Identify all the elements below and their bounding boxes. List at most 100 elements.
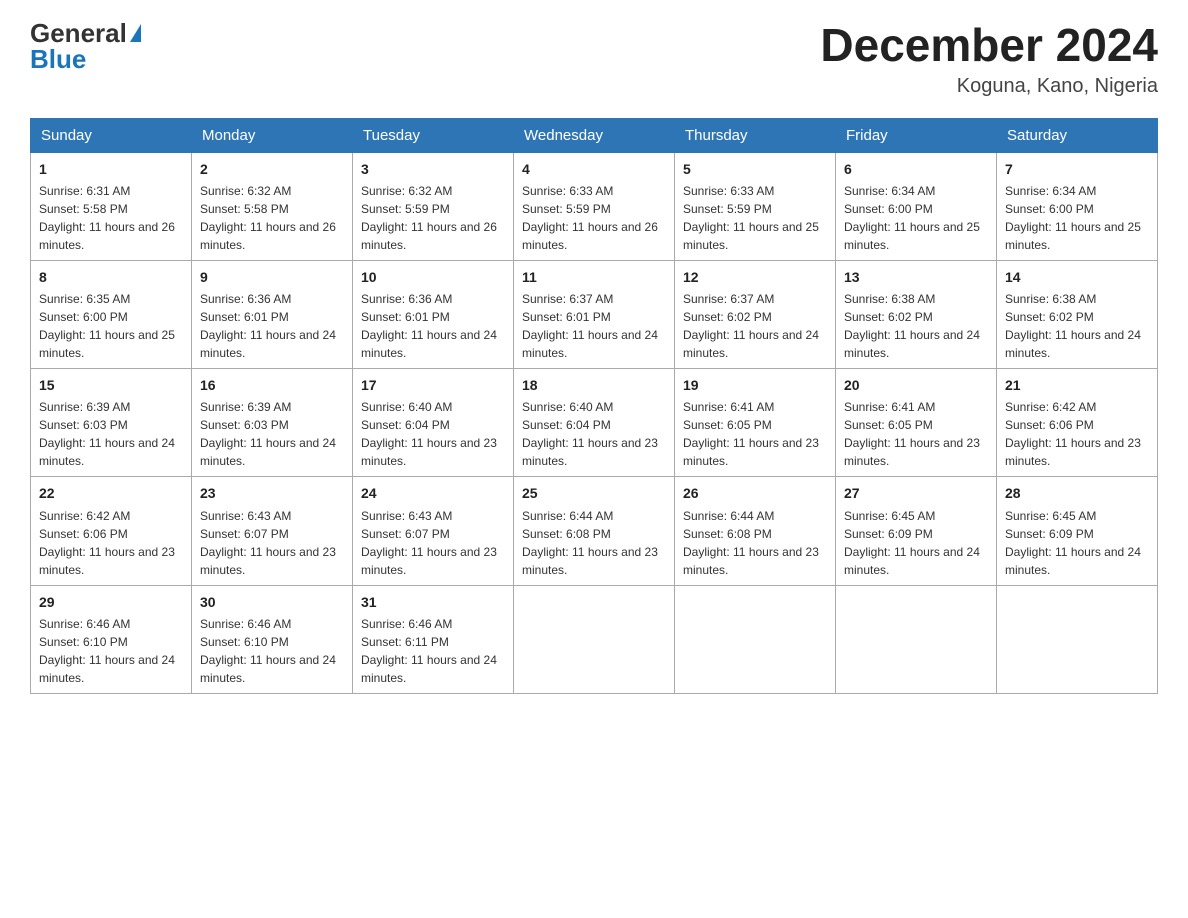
day-number: 19 xyxy=(683,375,827,395)
table-row: 9 Sunrise: 6:36 AMSunset: 6:01 PMDaylight… xyxy=(192,260,353,368)
day-number: 30 xyxy=(200,592,344,612)
day-sun-info: Sunrise: 6:40 AMSunset: 6:04 PMDaylight:… xyxy=(361,398,505,470)
col-thursday: Thursday xyxy=(675,118,836,152)
day-number: 27 xyxy=(844,483,988,503)
calendar-week-row: 15 Sunrise: 6:39 AMSunset: 6:03 PMDayligh… xyxy=(31,369,1158,477)
table-row: 23 Sunrise: 6:43 AMSunset: 6:07 PMDayligh… xyxy=(192,477,353,585)
table-row: 24Sunrise: 6:43 AMSunset: 6:07 PMDayligh… xyxy=(353,477,514,585)
table-row: 26Sunrise: 6:44 AMSunset: 6:08 PMDayligh… xyxy=(675,477,836,585)
table-row: 3 Sunrise: 6:32 AMSunset: 5:59 PMDaylight… xyxy=(353,152,514,260)
title-block: December 2024 Koguna, Kano, Nigeria xyxy=(820,20,1158,98)
day-number: 1 xyxy=(39,159,183,179)
table-row: 1 Sunrise: 6:31 AMSunset: 5:58 PMDaylight… xyxy=(31,152,192,260)
day-number: 4 xyxy=(522,159,666,179)
col-friday: Friday xyxy=(836,118,997,152)
logo-triangle-icon xyxy=(130,24,141,42)
day-number: 17 xyxy=(361,375,505,395)
table-row: 11Sunrise: 6:37 AMSunset: 6:01 PMDayligh… xyxy=(514,260,675,368)
table-row: 22Sunrise: 6:42 AMSunset: 6:06 PMDayligh… xyxy=(31,477,192,585)
day-sun-info: Sunrise: 6:42 AMSunset: 6:06 PMDaylight:… xyxy=(1005,398,1149,470)
logo: General Blue xyxy=(30,20,141,72)
calendar-week-row: 29 Sunrise: 6:46 AMSunset: 6:10 PMDayligh… xyxy=(31,585,1158,693)
col-wednesday: Wednesday xyxy=(514,118,675,152)
day-number: 15 xyxy=(39,375,183,395)
day-sun-info: Sunrise: 6:32 AMSunset: 5:58 PMDaylight:… xyxy=(200,182,344,254)
day-number: 6 xyxy=(844,159,988,179)
day-number: 2 xyxy=(200,159,344,179)
calendar-table: Sunday Monday Tuesday Wednesday Thursday… xyxy=(30,118,1158,694)
table-row xyxy=(514,585,675,693)
col-sunday: Sunday xyxy=(31,118,192,152)
table-row: 6Sunrise: 6:34 AMSunset: 6:00 PMDaylight… xyxy=(836,152,997,260)
col-monday: Monday xyxy=(192,118,353,152)
day-number: 16 xyxy=(200,375,344,395)
day-sun-info: Sunrise: 6:44 AMSunset: 6:08 PMDaylight:… xyxy=(522,507,666,579)
table-row: 15 Sunrise: 6:39 AMSunset: 6:03 PMDayligh… xyxy=(31,369,192,477)
day-sun-info: Sunrise: 6:46 AMSunset: 6:10 PMDaylight:… xyxy=(39,615,183,687)
col-saturday: Saturday xyxy=(997,118,1158,152)
month-year-title: December 2024 xyxy=(820,20,1158,71)
day-sun-info: Sunrise: 6:45 AMSunset: 6:09 PMDaylight:… xyxy=(844,507,988,579)
day-sun-info: Sunrise: 6:36 AMSunset: 6:01 PMDaylight:… xyxy=(361,290,505,362)
day-number: 14 xyxy=(1005,267,1149,287)
calendar-week-row: 8 Sunrise: 6:35 AMSunset: 6:00 PMDaylight… xyxy=(31,260,1158,368)
day-sun-info: Sunrise: 6:33 AMSunset: 5:59 PMDaylight:… xyxy=(522,182,666,254)
calendar-week-row: 22Sunrise: 6:42 AMSunset: 6:06 PMDayligh… xyxy=(31,477,1158,585)
day-sun-info: Sunrise: 6:39 AMSunset: 6:03 PMDaylight:… xyxy=(200,398,344,470)
day-number: 8 xyxy=(39,267,183,287)
day-sun-info: Sunrise: 6:46 AMSunset: 6:10 PMDaylight:… xyxy=(200,615,344,687)
table-row: 12 Sunrise: 6:37 AMSunset: 6:02 PMDayligh… xyxy=(675,260,836,368)
day-number: 12 xyxy=(683,267,827,287)
day-number: 13 xyxy=(844,267,988,287)
day-number: 9 xyxy=(200,267,344,287)
day-number: 18 xyxy=(522,375,666,395)
calendar-header-row: Sunday Monday Tuesday Wednesday Thursday… xyxy=(31,118,1158,152)
logo-general-text: General xyxy=(30,20,127,46)
table-row: 13 Sunrise: 6:38 AMSunset: 6:02 PMDayligh… xyxy=(836,260,997,368)
day-number: 7 xyxy=(1005,159,1149,179)
day-sun-info: Sunrise: 6:37 AMSunset: 6:02 PMDaylight:… xyxy=(683,290,827,362)
day-sun-info: Sunrise: 6:35 AMSunset: 6:00 PMDaylight:… xyxy=(39,290,183,362)
table-row: 17 Sunrise: 6:40 AMSunset: 6:04 PMDayligh… xyxy=(353,369,514,477)
day-sun-info: Sunrise: 6:36 AMSunset: 6:01 PMDaylight:… xyxy=(200,290,344,362)
table-row: 14Sunrise: 6:38 AMSunset: 6:02 PMDayligh… xyxy=(997,260,1158,368)
table-row xyxy=(836,585,997,693)
table-row: 19Sunrise: 6:41 AMSunset: 6:05 PMDayligh… xyxy=(675,369,836,477)
day-number: 21 xyxy=(1005,375,1149,395)
day-sun-info: Sunrise: 6:40 AMSunset: 6:04 PMDaylight:… xyxy=(522,398,666,470)
table-row: 25 Sunrise: 6:44 AMSunset: 6:08 PMDayligh… xyxy=(514,477,675,585)
table-row xyxy=(997,585,1158,693)
table-row: 31Sunrise: 6:46 AMSunset: 6:11 PMDayligh… xyxy=(353,585,514,693)
day-sun-info: Sunrise: 6:43 AMSunset: 6:07 PMDaylight:… xyxy=(200,507,344,579)
day-number: 28 xyxy=(1005,483,1149,503)
day-sun-info: Sunrise: 6:43 AMSunset: 6:07 PMDaylight:… xyxy=(361,507,505,579)
calendar-week-row: 1 Sunrise: 6:31 AMSunset: 5:58 PMDaylight… xyxy=(31,152,1158,260)
table-row xyxy=(675,585,836,693)
day-number: 10 xyxy=(361,267,505,287)
table-row: 7Sunrise: 6:34 AMSunset: 6:00 PMDaylight… xyxy=(997,152,1158,260)
table-row: 29 Sunrise: 6:46 AMSunset: 6:10 PMDayligh… xyxy=(31,585,192,693)
day-sun-info: Sunrise: 6:44 AMSunset: 6:08 PMDaylight:… xyxy=(683,507,827,579)
day-sun-info: Sunrise: 6:42 AMSunset: 6:06 PMDaylight:… xyxy=(39,507,183,579)
col-tuesday: Tuesday xyxy=(353,118,514,152)
page-header: General Blue December 2024 Koguna, Kano,… xyxy=(30,20,1158,98)
day-sun-info: Sunrise: 6:32 AMSunset: 5:59 PMDaylight:… xyxy=(361,182,505,254)
table-row: 18 Sunrise: 6:40 AMSunset: 6:04 PMDayligh… xyxy=(514,369,675,477)
day-number: 25 xyxy=(522,483,666,503)
day-number: 23 xyxy=(200,483,344,503)
day-sun-info: Sunrise: 6:45 AMSunset: 6:09 PMDaylight:… xyxy=(1005,507,1149,579)
table-row: 10 Sunrise: 6:36 AMSunset: 6:01 PMDayligh… xyxy=(353,260,514,368)
day-sun-info: Sunrise: 6:38 AMSunset: 6:02 PMDaylight:… xyxy=(844,290,988,362)
day-number: 3 xyxy=(361,159,505,179)
location-subtitle: Koguna, Kano, Nigeria xyxy=(820,75,1158,98)
logo-blue-text: Blue xyxy=(30,46,86,72)
table-row: 30 Sunrise: 6:46 AMSunset: 6:10 PMDayligh… xyxy=(192,585,353,693)
day-sun-info: Sunrise: 6:41 AMSunset: 6:05 PMDaylight:… xyxy=(844,398,988,470)
day-sun-info: Sunrise: 6:39 AMSunset: 6:03 PMDaylight:… xyxy=(39,398,183,470)
table-row: 16 Sunrise: 6:39 AMSunset: 6:03 PMDayligh… xyxy=(192,369,353,477)
day-sun-info: Sunrise: 6:33 AMSunset: 5:59 PMDaylight:… xyxy=(683,182,827,254)
day-number: 11 xyxy=(522,267,666,287)
day-number: 29 xyxy=(39,592,183,612)
day-sun-info: Sunrise: 6:31 AMSunset: 5:58 PMDaylight:… xyxy=(39,182,183,254)
day-number: 31 xyxy=(361,592,505,612)
